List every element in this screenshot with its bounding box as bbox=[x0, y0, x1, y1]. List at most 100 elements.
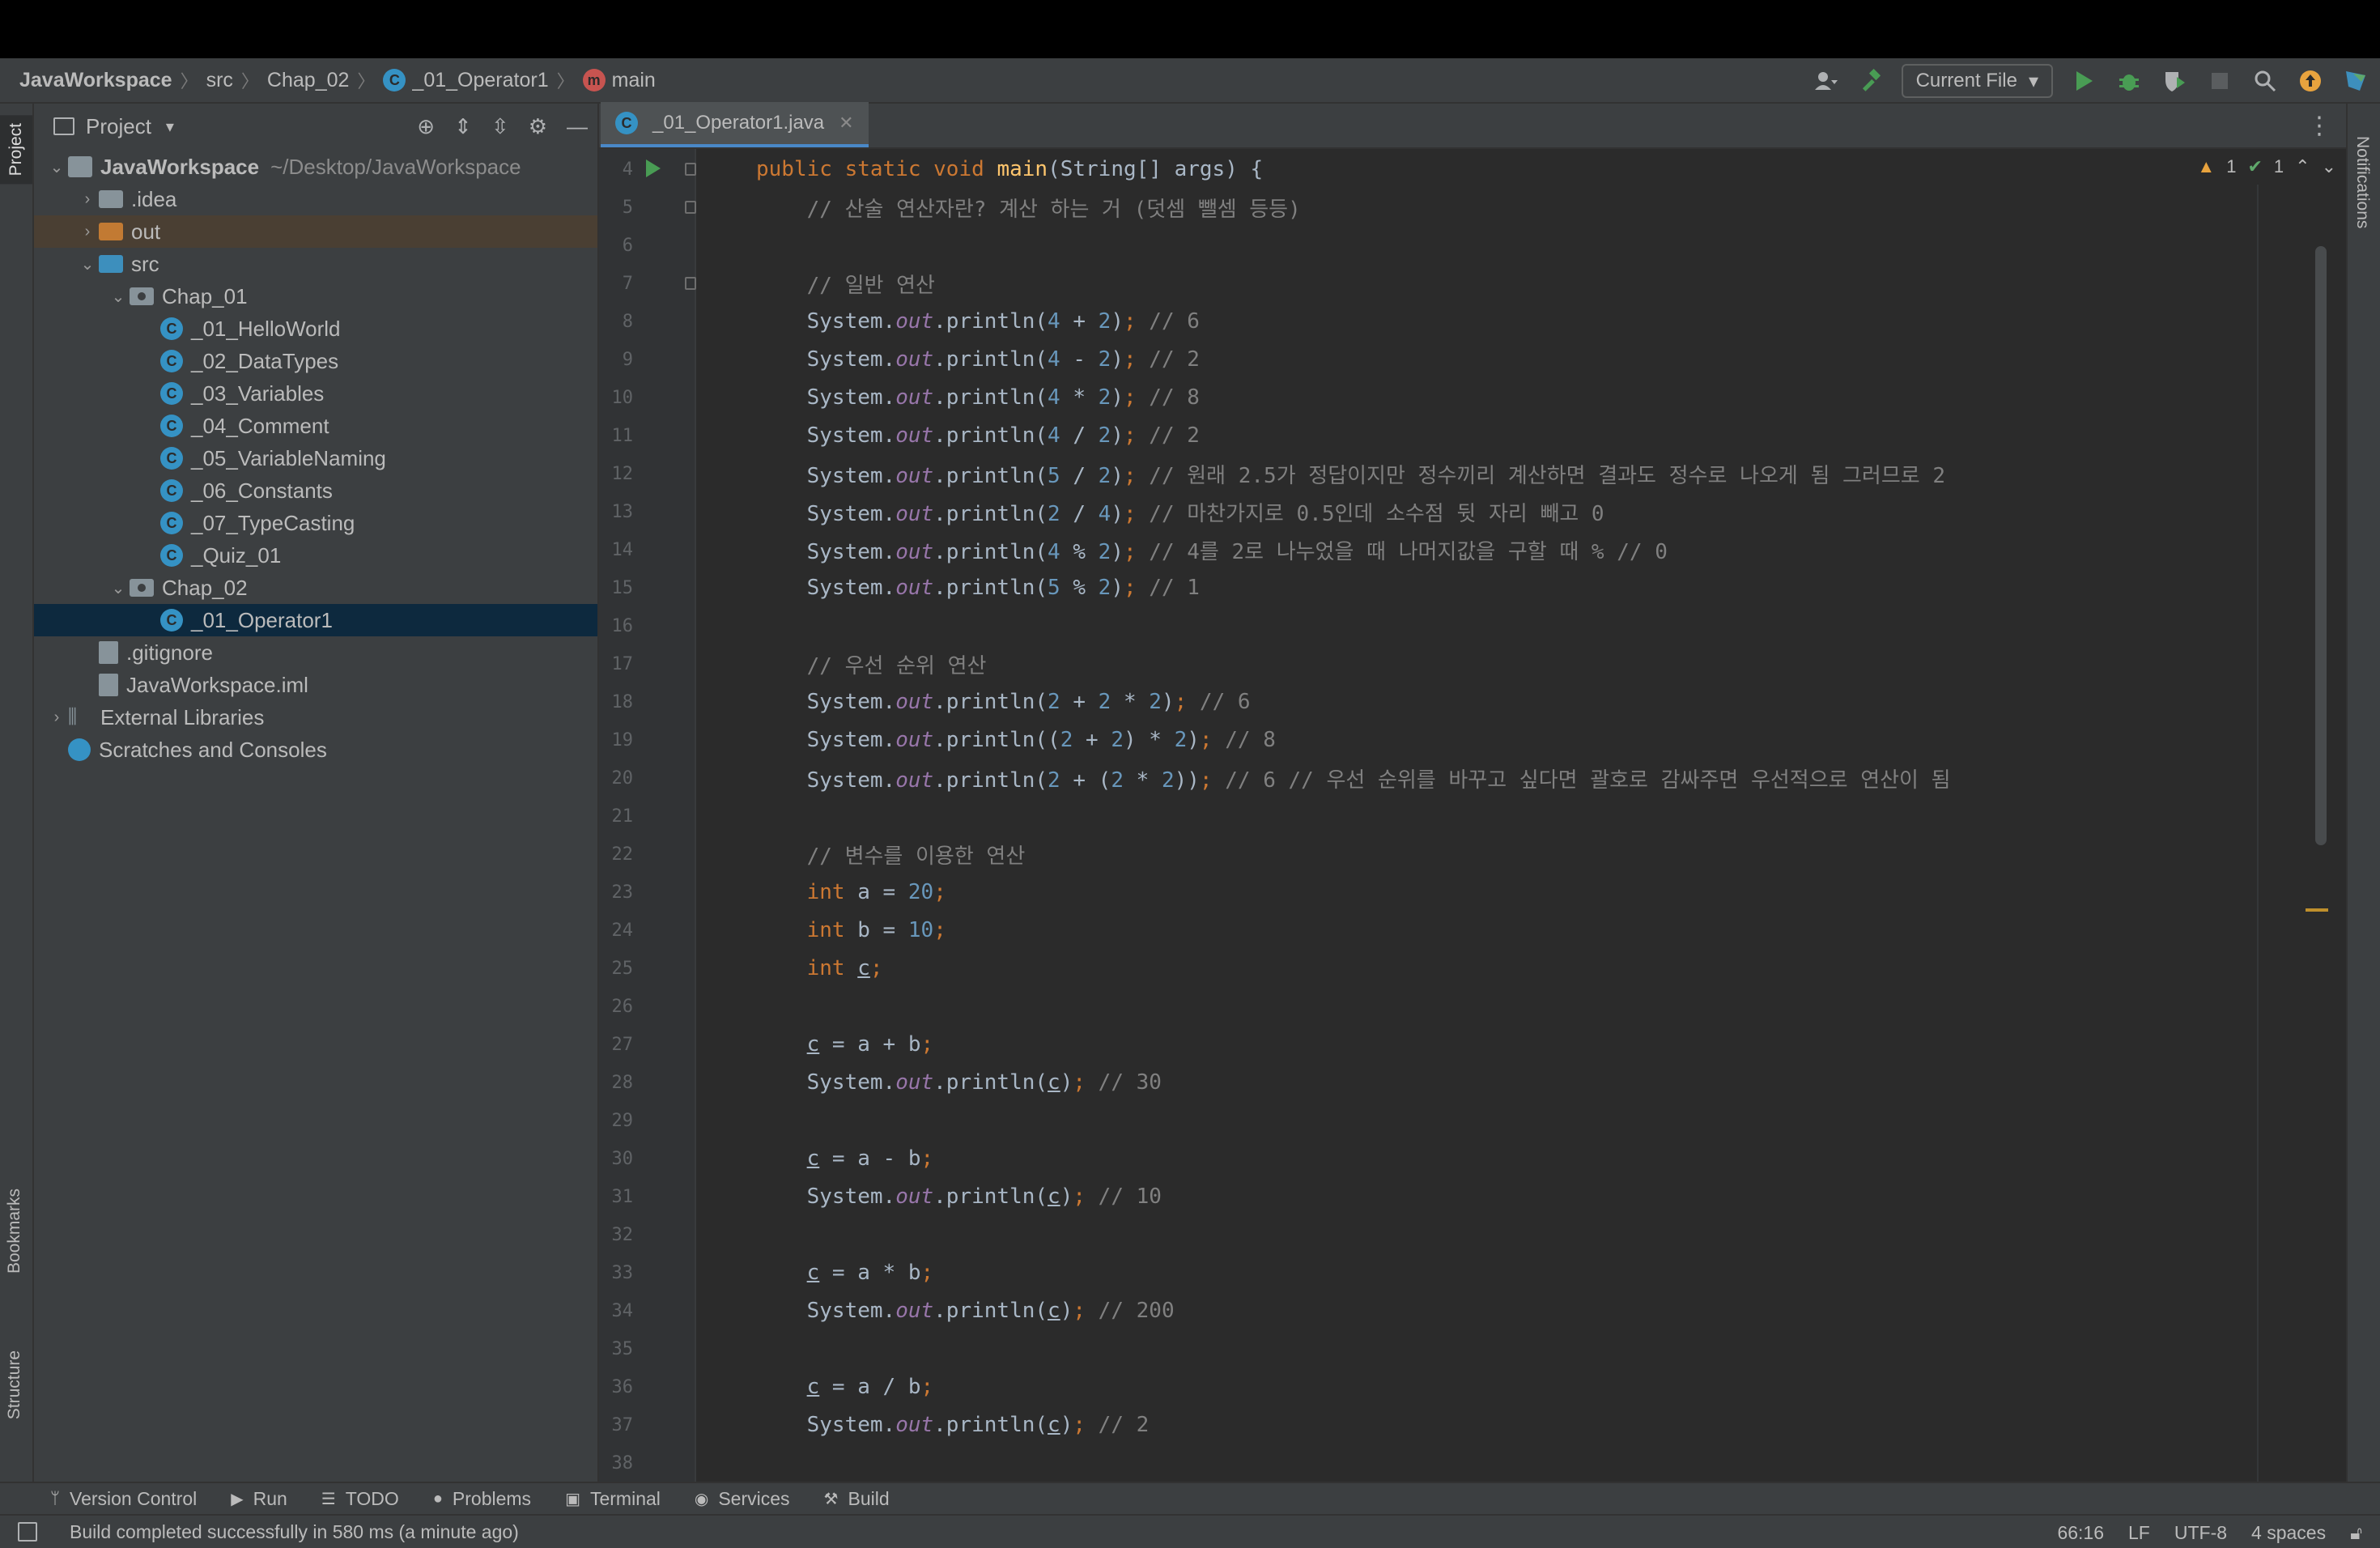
tree-item[interactable]: .gitignore bbox=[34, 636, 597, 669]
tool-window-button[interactable]: ☰ TODO bbox=[321, 1488, 399, 1510]
file-encoding[interactable]: UTF-8 bbox=[2174, 1522, 2227, 1544]
tree-item[interactable]: C _01_HelloWorld bbox=[34, 313, 597, 345]
tree-item[interactable]: ⌄ src bbox=[34, 248, 597, 280]
code-line[interactable]: 30 c = a - b; bbox=[599, 1141, 2346, 1176]
toggle-tool-windows-icon[interactable] bbox=[18, 1522, 37, 1542]
fold-marker-icon[interactable] bbox=[685, 201, 696, 214]
tree-item[interactable]: ⌄ Chap_01 bbox=[34, 280, 597, 313]
tree-item[interactable]: C _04_Comment bbox=[34, 410, 597, 442]
code-line[interactable]: 28 System.out.println(c); // 30 bbox=[599, 1065, 2346, 1100]
user-icon[interactable] bbox=[1811, 66, 1840, 96]
code-area[interactable]: ▲ 1 ✔ 1 ⌃ ⌄ 4 public static void main(Str… bbox=[599, 149, 2346, 1482]
tree-item[interactable]: C _03_Variables bbox=[34, 377, 597, 410]
chevron-down-icon[interactable]: ⌄ bbox=[45, 157, 68, 177]
chevron-down-icon[interactable]: ▾ bbox=[166, 117, 174, 137]
chevron-down-icon[interactable]: ⌄ bbox=[107, 578, 130, 598]
status-message[interactable]: Build completed successfully in 580 ms (… bbox=[70, 1521, 519, 1543]
code-line[interactable]: 13 System.out.println(2 / 4); // 마찬가지로 0… bbox=[599, 494, 2346, 529]
code-line[interactable]: 33 c = a * b; bbox=[599, 1255, 2346, 1291]
expand-all-icon[interactable]: ⇕ bbox=[454, 114, 472, 139]
chevron-right-icon[interactable]: › bbox=[76, 190, 99, 209]
code-line[interactable]: 14 System.out.println(4 % 2); // 4를 2로 나… bbox=[599, 532, 2346, 568]
tree-item[interactable]: C _05_VariableNaming bbox=[34, 442, 597, 474]
code-line[interactable]: 29 bbox=[599, 1103, 2346, 1138]
coverage-icon[interactable] bbox=[2160, 66, 2189, 96]
bookmarks-tool-window-tab[interactable]: Bookmarks bbox=[5, 1189, 24, 1274]
code-line[interactable]: 35 bbox=[599, 1331, 2346, 1367]
code-line[interactable]: 36 c = a / b; bbox=[599, 1369, 2346, 1405]
code-line[interactable]: 10 System.out.println(4 * 2); // 8 bbox=[599, 380, 2346, 415]
tree-item[interactable]: JavaWorkspace.iml bbox=[34, 669, 597, 701]
code-line[interactable]: 7 // 일반 연산 bbox=[599, 266, 2346, 301]
code-line[interactable]: 16 bbox=[599, 608, 2346, 644]
breadcrumb-class[interactable]: C _01_Operator1 bbox=[383, 69, 549, 92]
code-line[interactable]: 31 System.out.println(c); // 10 bbox=[599, 1179, 2346, 1214]
lock-icon[interactable]: 🔓︎ bbox=[2350, 1522, 2362, 1544]
close-icon[interactable]: ✕ bbox=[839, 113, 853, 134]
project-tool-window-tab[interactable]: Project bbox=[0, 115, 32, 185]
tool-window-button[interactable]: ● Problems bbox=[433, 1488, 531, 1510]
tree-item[interactable]: C _02_DataTypes bbox=[34, 345, 597, 377]
code-line[interactable]: 21 bbox=[599, 798, 2346, 834]
search-icon[interactable] bbox=[2250, 66, 2280, 96]
code-line[interactable]: 19 System.out.println((2 + 2) * 2); // 8 bbox=[599, 722, 2346, 758]
code-line[interactable]: 27 c = a + b; bbox=[599, 1027, 2346, 1062]
chevron-down-icon[interactable]: ⌄ bbox=[107, 287, 130, 307]
tool-window-button[interactable]: ⚒ Build bbox=[824, 1488, 890, 1510]
notifications-tool-window-tab[interactable]: Notifications bbox=[2352, 136, 2372, 228]
code-line[interactable]: 4 public static void main(String[] args) … bbox=[599, 151, 2346, 187]
indent-setting[interactable]: 4 spaces bbox=[2251, 1522, 2326, 1544]
code-line[interactable]: 38 bbox=[599, 1445, 2346, 1481]
code-line[interactable]: 20 System.out.println(2 + (2 * 2)); // 6… bbox=[599, 760, 2346, 796]
tree-item[interactable]: ⌄ Chap_02 bbox=[34, 572, 597, 604]
run-gutter-icon[interactable] bbox=[646, 159, 661, 177]
chevron-right-icon[interactable]: › bbox=[45, 708, 68, 727]
tool-window-button[interactable]: ▣ Terminal bbox=[565, 1488, 661, 1510]
tool-window-button[interactable]: ◉ Services bbox=[695, 1488, 790, 1510]
minimize-icon[interactable]: — bbox=[567, 114, 588, 139]
stop-icon[interactable] bbox=[2205, 66, 2234, 96]
code-line[interactable]: 9 System.out.println(4 - 2); // 2 bbox=[599, 342, 2346, 377]
code-line[interactable]: 37 System.out.println(c); // 2 bbox=[599, 1407, 2346, 1443]
more-options-icon[interactable]: ⋮ bbox=[2307, 112, 2331, 140]
update-icon[interactable] bbox=[2296, 66, 2325, 96]
project-panel-title[interactable]: Project bbox=[86, 114, 151, 139]
code-line[interactable]: 22 // 변수를 이용한 연산 bbox=[599, 836, 2346, 872]
code-line[interactable]: 11 System.out.println(4 / 2); // 2 bbox=[599, 418, 2346, 453]
build-hammer-icon[interactable] bbox=[1856, 66, 1885, 96]
code-line[interactable]: 24 int b = 10; bbox=[599, 912, 2346, 948]
tree-item[interactable]: C _01_Operator1 bbox=[34, 604, 597, 636]
tree-item[interactable]: C _06_Constants bbox=[34, 474, 597, 507]
tree-item[interactable]: › out bbox=[34, 215, 597, 248]
caret-position[interactable]: 66:16 bbox=[2057, 1522, 2104, 1544]
jetbrains-icon[interactable] bbox=[2341, 66, 2370, 96]
fold-marker-icon[interactable] bbox=[685, 277, 696, 290]
code-line[interactable]: 25 int c; bbox=[599, 950, 2346, 986]
code-line[interactable]: 23 int a = 20; bbox=[599, 874, 2346, 910]
breadcrumb-folder[interactable]: src bbox=[206, 69, 233, 92]
tree-item[interactable]: Scratches and Consoles bbox=[34, 734, 597, 766]
locate-file-icon[interactable]: ⊕ bbox=[417, 114, 435, 139]
tree-item[interactable]: C _07_TypeCasting bbox=[34, 507, 597, 539]
code-line[interactable]: 12 System.out.println(5 / 2); // 원래 2.5가… bbox=[599, 456, 2346, 491]
collapse-all-icon[interactable]: ⇳ bbox=[491, 114, 509, 139]
tree-item[interactable]: C _Quiz_01 bbox=[34, 539, 597, 572]
tool-window-button[interactable]: ▶ Run bbox=[231, 1488, 287, 1510]
tree-item[interactable]: › ⫼ External Libraries bbox=[34, 701, 597, 734]
code-line[interactable]: 34 System.out.println(c); // 200 bbox=[599, 1293, 2346, 1329]
editor-tab-active[interactable]: C _01_Operator1.java ✕ bbox=[601, 102, 869, 147]
structure-tool-window-tab[interactable]: Structure bbox=[5, 1350, 24, 1419]
fold-marker-icon[interactable] bbox=[685, 163, 696, 176]
breadcrumb-method[interactable]: m main bbox=[582, 69, 656, 92]
code-line[interactable]: 17 // 우선 순위 연산 bbox=[599, 646, 2346, 682]
run-configuration-select[interactable]: Current File ▾ bbox=[1901, 64, 2053, 98]
tool-window-button[interactable]: ᛘ Version Control bbox=[50, 1488, 197, 1510]
code-line[interactable]: 18 System.out.println(2 + 2 * 2); // 6 bbox=[599, 684, 2346, 720]
gear-icon[interactable]: ⚙ bbox=[529, 114, 547, 139]
debug-icon[interactable] bbox=[2114, 66, 2144, 96]
tree-item[interactable]: › .idea bbox=[34, 183, 597, 215]
code-line[interactable]: 8 System.out.println(4 + 2); // 6 bbox=[599, 304, 2346, 339]
tree-item[interactable]: ⌄ JavaWorkspace ~/Desktop/JavaWorkspace bbox=[34, 151, 597, 183]
code-line[interactable]: 15 System.out.println(5 % 2); // 1 bbox=[599, 570, 2346, 606]
code-line[interactable]: 26 bbox=[599, 989, 2346, 1024]
